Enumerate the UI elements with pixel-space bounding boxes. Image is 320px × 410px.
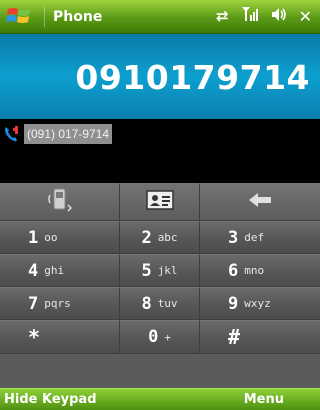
- windows-start-icon[interactable]: [6, 4, 36, 30]
- dialed-number: 0910179714: [75, 58, 310, 97]
- key-5[interactable]: 5 jkl: [120, 254, 200, 287]
- key-8[interactable]: 8 tuv: [120, 287, 200, 320]
- key-hash[interactable]: #: [200, 320, 320, 354]
- menu-button[interactable]: Menu: [244, 392, 320, 407]
- key-letters: pqrs: [44, 297, 71, 310]
- key-digit: 9: [228, 293, 239, 314]
- signal-icon: [241, 6, 259, 26]
- key-letters: tuv: [157, 297, 178, 310]
- key-1[interactable]: 1 oo: [0, 221, 120, 254]
- key-digit: 3: [228, 227, 239, 248]
- sync-icon: ⇄: [216, 7, 229, 25]
- key-letters: def: [244, 231, 265, 244]
- backspace-button[interactable]: [200, 183, 320, 221]
- key-4[interactable]: 4 ghi: [0, 254, 120, 287]
- key-letters: +: [164, 330, 171, 344]
- key-0[interactable]: 0 +: [120, 320, 200, 354]
- key-letters: jkl: [157, 264, 178, 277]
- contact-suggestion[interactable]: (091) 017-9714: [0, 119, 320, 149]
- key-digit: 5: [141, 260, 152, 281]
- speaker-phone-icon: [47, 187, 72, 217]
- key-digit: 4: [28, 260, 39, 281]
- key-2[interactable]: 2 abc: [120, 221, 200, 254]
- soft-key-bar: Hide Keypad Menu: [0, 388, 320, 410]
- close-icon[interactable]: ✕: [299, 7, 312, 26]
- contact-card-icon: [145, 190, 174, 214]
- key-letters: mno: [244, 264, 265, 277]
- key-letters: oo: [44, 231, 58, 244]
- key-letters: wxyz: [244, 297, 271, 310]
- key-digit: 8: [141, 293, 152, 314]
- title-bar: Phone ⇄ ✕: [0, 0, 320, 34]
- phone-contact-icon: [3, 125, 21, 143]
- contacts-button[interactable]: [120, 183, 200, 221]
- key-digit: 2: [141, 227, 152, 248]
- key-digit: 7: [28, 293, 39, 314]
- key-digit: 0: [148, 327, 159, 347]
- speaker-phone-button[interactable]: [0, 183, 120, 221]
- key-9[interactable]: 9 wxyz: [200, 287, 320, 320]
- hide-keypad-button[interactable]: Hide Keypad: [0, 392, 97, 407]
- key-letters: ghi: [44, 264, 65, 277]
- key-digit: 1: [28, 227, 39, 248]
- key-7[interactable]: 7 pqrs: [0, 287, 120, 320]
- key-3[interactable]: 3 def: [200, 221, 320, 254]
- volume-icon[interactable]: [271, 7, 287, 26]
- key-star[interactable]: *: [0, 320, 120, 354]
- key-6[interactable]: 6 mno: [200, 254, 320, 287]
- app-title: Phone: [44, 6, 102, 27]
- status-icons: ⇄ ✕: [216, 6, 312, 26]
- spacer: [0, 149, 320, 183]
- key-digit: 6: [228, 260, 239, 281]
- key-digit: #: [228, 325, 241, 349]
- number-display: 0910179714: [0, 34, 320, 119]
- key-letters: abc: [157, 231, 178, 244]
- backspace-icon: [247, 192, 273, 212]
- dial-keypad: 1 oo 2 abc 3 def 4 ghi 5 jkl 6 mno 7 pqrs 8 tuv …: [0, 183, 320, 388]
- key-digit: *: [28, 325, 41, 349]
- suggestion-number[interactable]: (091) 017-9714: [24, 124, 113, 144]
